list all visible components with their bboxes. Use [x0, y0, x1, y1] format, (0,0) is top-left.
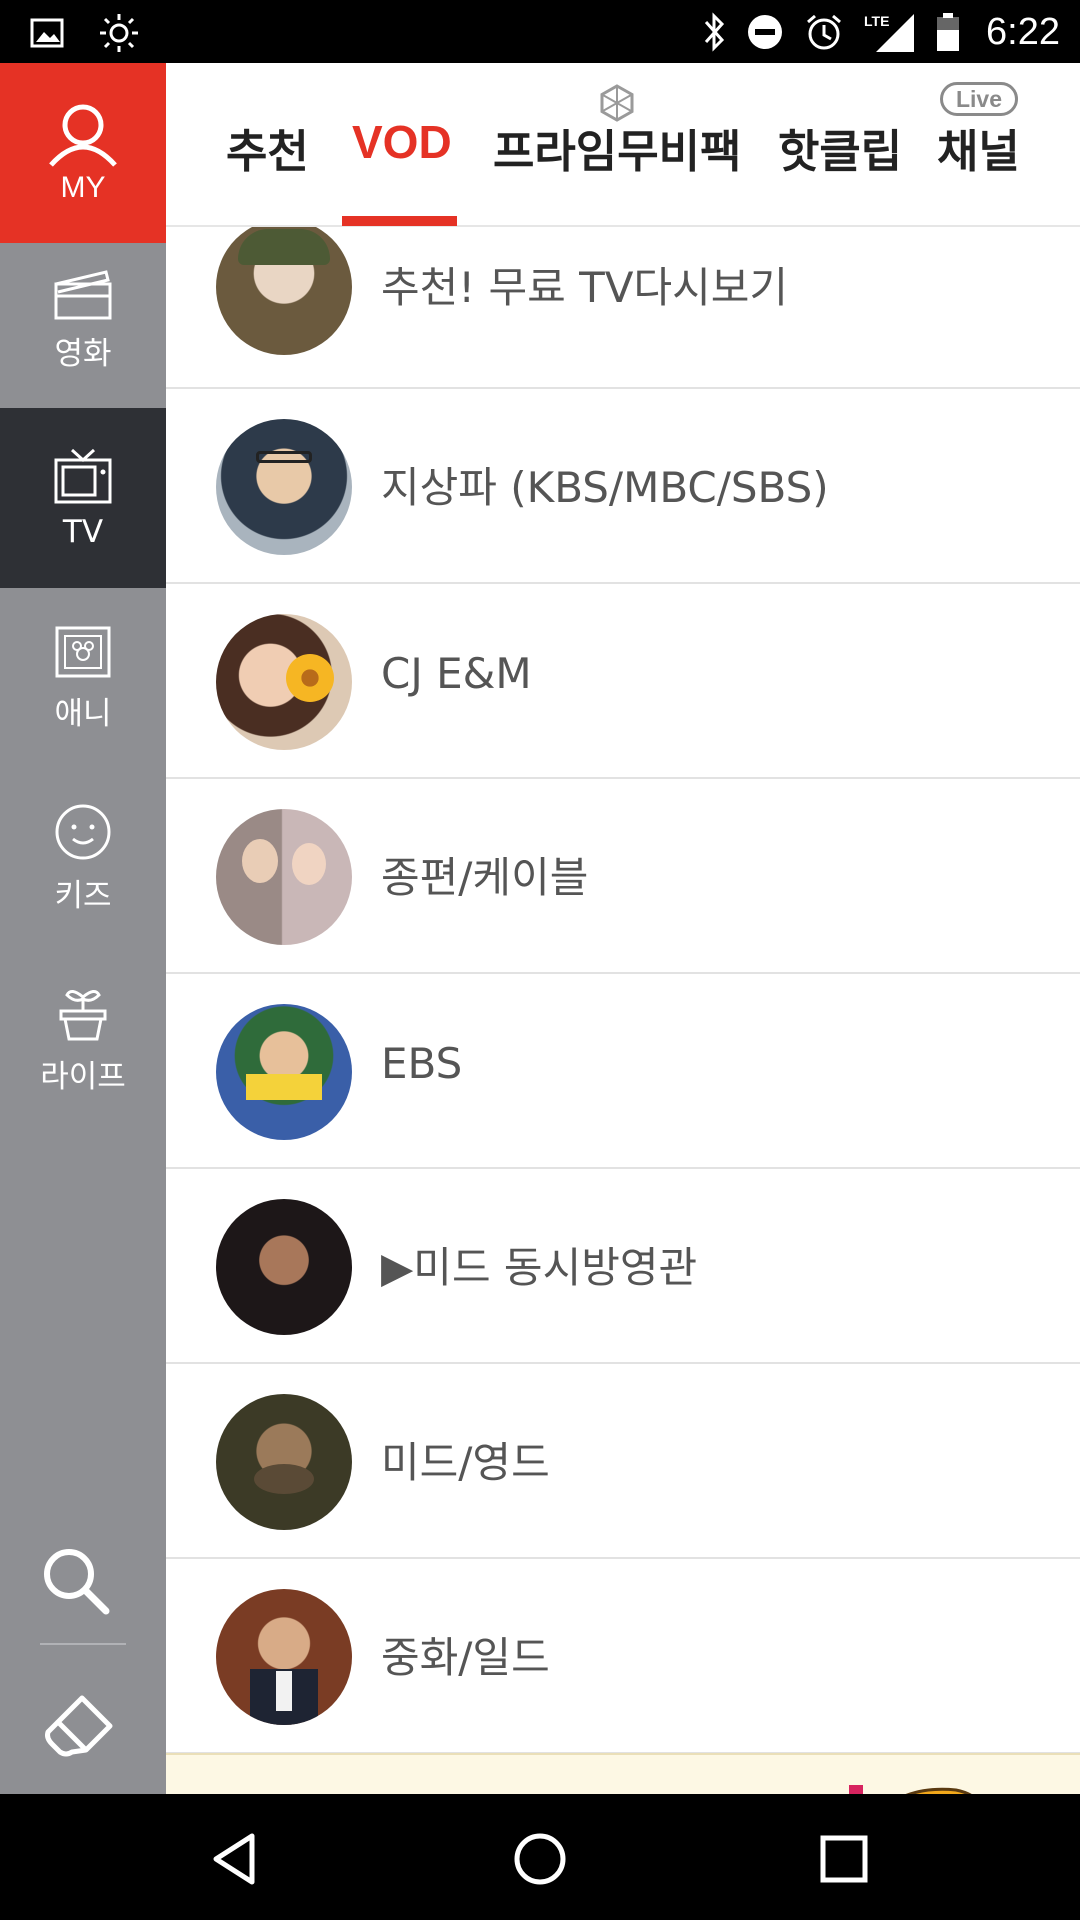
list-item-label: 종편/케이블 — [381, 853, 589, 902]
category-sidebar: MY 영화 TV 애니 키즈 라이프 — [0, 63, 166, 1794]
sidebar-item-label: TV — [62, 514, 104, 550]
active-tab-indicator — [342, 216, 457, 226]
plant-icon — [59, 989, 107, 1040]
list-item-free-tv[interactable]: 추천! 무료 TV다시보기 — [166, 227, 1080, 389]
tab-recommend[interactable]: 추천 — [226, 115, 309, 180]
system-nav-bar — [0, 1794, 1080, 1920]
tab-hot-clip[interactable]: 핫클립 — [778, 115, 902, 180]
bluetooth-icon — [704, 12, 725, 52]
list-item-us-uk-drama[interactable]: 미드/영드 — [166, 1364, 1080, 1559]
list-item-chinese-japanese-drama[interactable]: 중화/일드 — [166, 1559, 1080, 1754]
user-icon — [49, 104, 117, 167]
list-item-us-drama-simulcast[interactable]: ▶미드 동시방영관 — [166, 1169, 1080, 1364]
sidebar-item-label: 애니 — [54, 695, 112, 732]
sidebar-item-movie[interactable]: 영화 — [0, 228, 166, 408]
thumbnail-avatar — [216, 227, 352, 355]
banner-artwork — [849, 1785, 972, 1794]
sidebar-item-kids[interactable]: 키즈 — [0, 768, 166, 948]
promo-banner[interactable] — [166, 1753, 1080, 1794]
svg-text:LTE: LTE — [864, 13, 889, 29]
thumbnail-avatar — [216, 614, 352, 750]
list-item-label: 지상파 (KBS/MBC/SBS) — [381, 463, 829, 512]
search-icon[interactable] — [36, 1541, 116, 1621]
list-item-cj-em[interactable]: CJ E&M — [166, 584, 1080, 779]
list-item-label: EBS — [381, 1039, 463, 1088]
thumbnail-avatar — [216, 1589, 352, 1725]
sidebar-divider — [40, 1643, 126, 1645]
battery-icon — [937, 13, 960, 51]
sidebar-item-label: 키즈 — [54, 877, 112, 914]
sidebar-item-tv[interactable]: TV — [0, 408, 166, 588]
status-bar: LTE 6:22 — [0, 0, 1080, 63]
sidebar-item-label: 영화 — [54, 335, 112, 372]
list-item-label: 추천! 무료 TV다시보기 — [381, 263, 789, 312]
list-item-label: CJ E&M — [381, 649, 532, 698]
vod-category-list: 추천! 무료 TV다시보기 지상파 (KBS/MBC/SBS) CJ E&M 종… — [166, 227, 1080, 1794]
thumbnail-avatar — [216, 1004, 352, 1140]
thumbnail-avatar — [216, 1394, 352, 1530]
lte-signal-icon: LTE — [864, 13, 915, 52]
sidebar-item-life[interactable]: 라이프 — [0, 948, 166, 1128]
list-item-label: 미드/영드 — [381, 1438, 550, 1487]
back-icon[interactable] — [200, 1824, 270, 1894]
eraser-icon[interactable] — [38, 1678, 128, 1768]
list-item-cable[interactable]: 종편/케이블 — [166, 779, 1080, 974]
thumbnail-avatar — [216, 419, 352, 555]
do-not-disturb-icon — [748, 15, 783, 49]
my-button[interactable]: MY — [0, 63, 166, 243]
recents-icon[interactable] — [809, 1824, 879, 1894]
home-icon[interactable] — [505, 1824, 575, 1894]
tab-prime-movie-pack[interactable]: 프라임무비팩 — [493, 115, 741, 180]
film-frame-icon — [55, 626, 111, 677]
tv-icon — [54, 448, 112, 504]
gallery-icon — [30, 18, 64, 48]
smiley-icon — [55, 804, 111, 859]
live-badge: Live — [940, 82, 1018, 116]
brightness-icon — [100, 14, 138, 52]
list-item-ebs[interactable]: EBS — [166, 974, 1080, 1169]
sidebar-item-animation[interactable]: 애니 — [0, 588, 166, 768]
thumbnail-avatar — [216, 1199, 352, 1335]
list-item-label: ▶미드 동시방영관 — [381, 1243, 698, 1292]
thumbnail-avatar — [216, 809, 352, 945]
top-tab-bar: 추천 VOD 프라임무비팩 핫클립 Live 채널 — [166, 63, 1080, 227]
sidebar-item-label: 라이프 — [40, 1058, 126, 1095]
list-item-label: 중화/일드 — [381, 1633, 550, 1682]
list-item-terrestrial[interactable]: 지상파 (KBS/MBC/SBS) — [166, 389, 1080, 584]
tab-vod[interactable]: VOD — [352, 115, 452, 169]
alarm-icon — [807, 14, 842, 50]
clock: 6:22 — [986, 10, 1060, 53]
clapperboard-icon — [54, 269, 112, 319]
tab-channel[interactable]: 채널 — [937, 115, 1020, 180]
my-label: MY — [60, 171, 106, 204]
